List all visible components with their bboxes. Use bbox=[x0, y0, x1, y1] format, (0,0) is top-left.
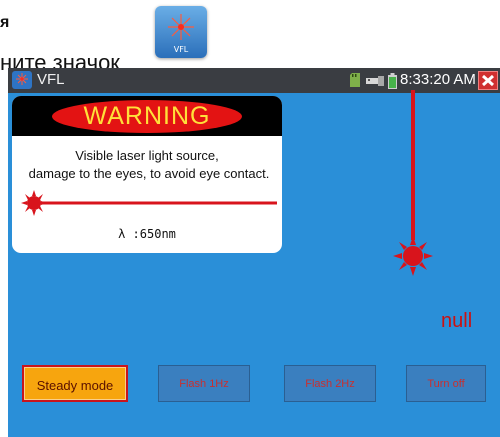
laser-indicator-icon bbox=[393, 90, 433, 276]
laser-burst-icon bbox=[16, 73, 28, 85]
warning-line-2: damage to the eyes, to avoid eye contact… bbox=[28, 166, 270, 181]
status-value: null bbox=[441, 310, 473, 332]
battery-icon bbox=[388, 73, 397, 89]
warning-oval: WARNING bbox=[52, 100, 242, 133]
usb-icon bbox=[366, 76, 384, 86]
warning-line-1: Visible laser light source, bbox=[75, 148, 219, 163]
warning-card: WARNING Visible laser light source, dama… bbox=[12, 96, 282, 253]
close-button[interactable] bbox=[478, 71, 498, 90]
vfl-app-icon[interactable]: VFL bbox=[155, 6, 207, 58]
sd-card-icon bbox=[350, 73, 360, 87]
warning-banner: WARNING bbox=[12, 96, 282, 136]
turn-off-button[interactable]: Turn off bbox=[406, 365, 486, 402]
steady-mode-button[interactable]: Steady mode bbox=[22, 365, 128, 402]
flash-2hz-button[interactable]: Flash 2Hz bbox=[284, 365, 376, 402]
app-icon-label: VFL bbox=[173, 45, 189, 54]
laser-beam-icon bbox=[21, 190, 277, 216]
wavelength-label: λ :650nm bbox=[118, 227, 176, 241]
document-heading: я bbox=[0, 14, 10, 31]
app-window-icon bbox=[12, 71, 32, 89]
device-screen: VFL 8:33:20 AM WARNING Visible laser lig… bbox=[8, 68, 500, 437]
close-icon bbox=[481, 74, 495, 87]
warning-title: WARNING bbox=[83, 102, 211, 130]
app-title: VFL bbox=[37, 71, 65, 88]
clock: 8:33:20 AM bbox=[400, 71, 476, 88]
flash-1hz-button[interactable]: Flash 1Hz bbox=[158, 365, 250, 402]
